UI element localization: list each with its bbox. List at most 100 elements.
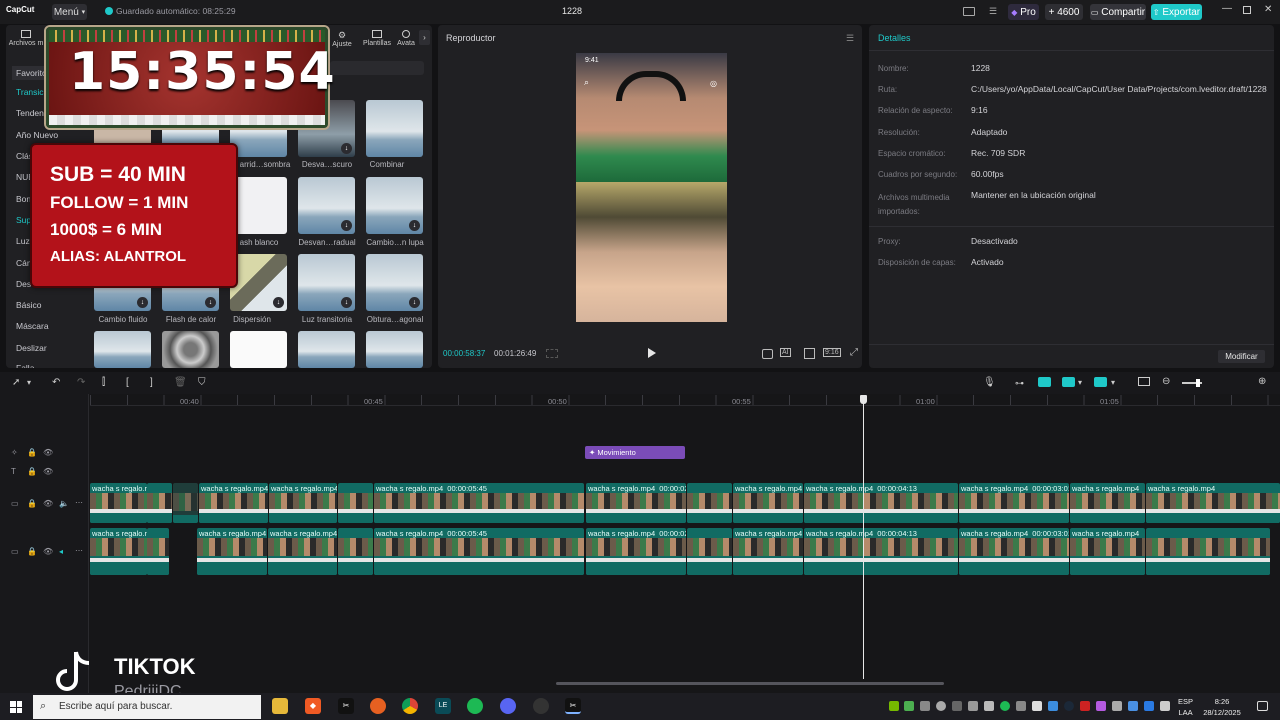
volume-icon[interactable] (984, 701, 994, 711)
tabs-next-button[interactable]: › (419, 30, 430, 45)
video-clip[interactable]: wacha s regalo.mp4 (1070, 483, 1145, 523)
bluetooth-icon[interactable] (1144, 701, 1154, 711)
video-clip[interactable]: wacha s regalo.mp4 00:00:03:01 (959, 528, 1069, 575)
video-clip[interactable]: wacha s regalo.mp4 (90, 528, 147, 575)
transition-thumb[interactable]: ↓ (366, 177, 423, 234)
sidebar-item-super[interactable]: Sup (16, 215, 31, 225)
eye-icon[interactable]: 👁 (43, 499, 53, 508)
tray-steam-icon[interactable] (1064, 701, 1074, 711)
chevron-down-icon[interactable]: ▾ (1111, 378, 1115, 387)
sidebar-item-basic[interactable]: Básico (16, 300, 42, 310)
more-icon[interactable]: ⋯ (75, 498, 83, 507)
video-clip[interactable] (687, 483, 732, 523)
eye-icon[interactable]: 👁 (43, 448, 53, 457)
crop-icon[interactable] (804, 348, 815, 359)
tray-app-icon[interactable] (1016, 701, 1026, 711)
video-clip[interactable]: wacha s regalo.mp4 00:00:04:13 (804, 483, 958, 523)
list-icon[interactable]: ☰ (989, 6, 997, 17)
video-clip[interactable] (147, 483, 172, 523)
ratio-button[interactable]: 9:16 (823, 348, 841, 357)
tray-app-icon[interactable] (952, 701, 962, 711)
sidebar-item-trending[interactable]: Tenden (16, 108, 44, 118)
video-clip[interactable]: wacha s regalo.mp4 00:00:02 (586, 483, 686, 523)
tray-app-icon[interactable] (1048, 701, 1058, 711)
zoom-fit-icon[interactable]: ⊕ (1258, 376, 1266, 387)
video-clip[interactable]: wacha s regalo.mp4 00:00:05:45 (374, 528, 584, 575)
sidebar-item-mask[interactable]: Máscara (16, 321, 49, 331)
tray-app-icon[interactable] (904, 701, 914, 711)
undo-icon[interactable]: ↶ (52, 377, 60, 388)
sidebar-item-light[interactable]: Luz (16, 236, 30, 246)
chevron-down-icon[interactable]: ▾ (27, 378, 31, 387)
tray-app-icon[interactable] (1080, 701, 1090, 711)
tab-media[interactable]: Archivos m (8, 30, 44, 47)
sidebar-item-slide[interactable]: Deslizar (16, 343, 47, 353)
select-tool-icon[interactable]: ➚ (12, 377, 20, 388)
file-explorer-icon[interactable] (272, 698, 288, 714)
capcut-active-icon[interactable]: ✂ (565, 698, 581, 714)
menu-button[interactable]: Menú ▾ (52, 4, 87, 20)
sidebar-item-glitch[interactable]: Falla (16, 363, 34, 368)
network-icon[interactable] (1160, 701, 1170, 711)
obs-icon[interactable] (533, 698, 549, 714)
tray-app-icon[interactable] (1112, 701, 1122, 711)
play-button[interactable] (648, 348, 656, 358)
video-clip[interactable]: wacha s regalo.mp4 (1146, 483, 1280, 523)
microphone-icon[interactable]: 🎙 (983, 377, 996, 388)
video-clip[interactable] (173, 483, 198, 523)
transition-thumb[interactable] (366, 331, 423, 368)
transition-thumb[interactable]: ↓ (230, 254, 287, 311)
transition-thumb[interactable]: ↓ (366, 254, 423, 311)
zoom-slider-handle[interactable] (1196, 379, 1200, 387)
transition-thumb[interactable] (230, 331, 287, 368)
modify-button[interactable]: Modificar (1218, 350, 1265, 363)
taskbar-search-input[interactable]: ⌕ Escribe aquí para buscar. (33, 695, 261, 719)
audio-icon[interactable]: ◂ (59, 547, 63, 556)
audio-icon[interactable]: 🔈 (59, 499, 69, 508)
tray-app-icon[interactable] (1128, 701, 1138, 711)
transition-thumb[interactable]: ↓ (298, 254, 355, 311)
search-input[interactable] (330, 61, 424, 75)
system-clock[interactable]: 8:26 28/12/2025 (1200, 696, 1244, 718)
credits-badge[interactable]: + 4600 (1045, 4, 1083, 20)
tray-nvidia-icon[interactable] (889, 701, 899, 711)
zoom-slider[interactable] (1182, 379, 1202, 387)
magnet-icon[interactable] (1038, 377, 1051, 387)
transition-thumb[interactable] (366, 100, 423, 157)
tab-templates[interactable]: Plantillas (360, 30, 394, 47)
discord-icon[interactable] (500, 698, 516, 714)
video-preview[interactable]: 9:41 ⌕ ◎ (576, 53, 727, 322)
chrome-icon[interactable] (402, 698, 418, 714)
video-clip[interactable]: wacha s regalo.mp4 (268, 528, 337, 575)
redo-icon[interactable]: ↷ (77, 377, 85, 388)
lock-icon[interactable]: 🔒 (27, 467, 37, 476)
tray-spotify-icon[interactable] (1000, 701, 1010, 711)
export-button[interactable]: ⇧ Exportar (1151, 4, 1202, 20)
sidebar-item-transitions[interactable]: Transic (16, 87, 44, 97)
delete-icon[interactable]: 🗑 (174, 377, 187, 388)
share-button[interactable]: ▭ Compartir (1090, 4, 1146, 20)
video-clip[interactable] (338, 483, 373, 523)
snapshot-icon[interactable] (762, 349, 773, 359)
lock-icon[interactable]: 🔒 (27, 547, 37, 556)
caption-icon[interactable] (1138, 377, 1150, 386)
layout-icon[interactable] (963, 7, 975, 16)
fullscreen-icon[interactable]: ⤢ (850, 347, 858, 358)
video-clip[interactable] (338, 528, 373, 575)
quality-icon[interactable]: AI (780, 348, 791, 357)
video-clip[interactable]: wacha s regalo.mp4 00:00:02 (586, 528, 686, 575)
shield-icon[interactable]: ⛉ (198, 377, 206, 388)
video-clip[interactable]: wacha s regalo.mp4 00:00:05:45 (374, 483, 584, 523)
lock-icon[interactable]: 🔒 (27, 448, 37, 457)
language-indicator[interactable]: ESP LAA (1178, 696, 1193, 718)
windows-start-icon[interactable] (10, 701, 22, 713)
video-clip[interactable]: wacha s regalo.mp4 (90, 483, 147, 523)
transition-thumb[interactable] (162, 331, 219, 368)
split-icon[interactable]: ⫿ (102, 377, 105, 388)
video-clip[interactable] (1146, 528, 1270, 575)
eye-icon[interactable]: 👁 (43, 547, 53, 556)
snap-icon[interactable] (1062, 377, 1075, 387)
league-icon[interactable]: LE (435, 698, 451, 714)
tray-app-icon[interactable] (920, 701, 930, 711)
player-menu-icon[interactable]: ☰ (846, 33, 854, 44)
